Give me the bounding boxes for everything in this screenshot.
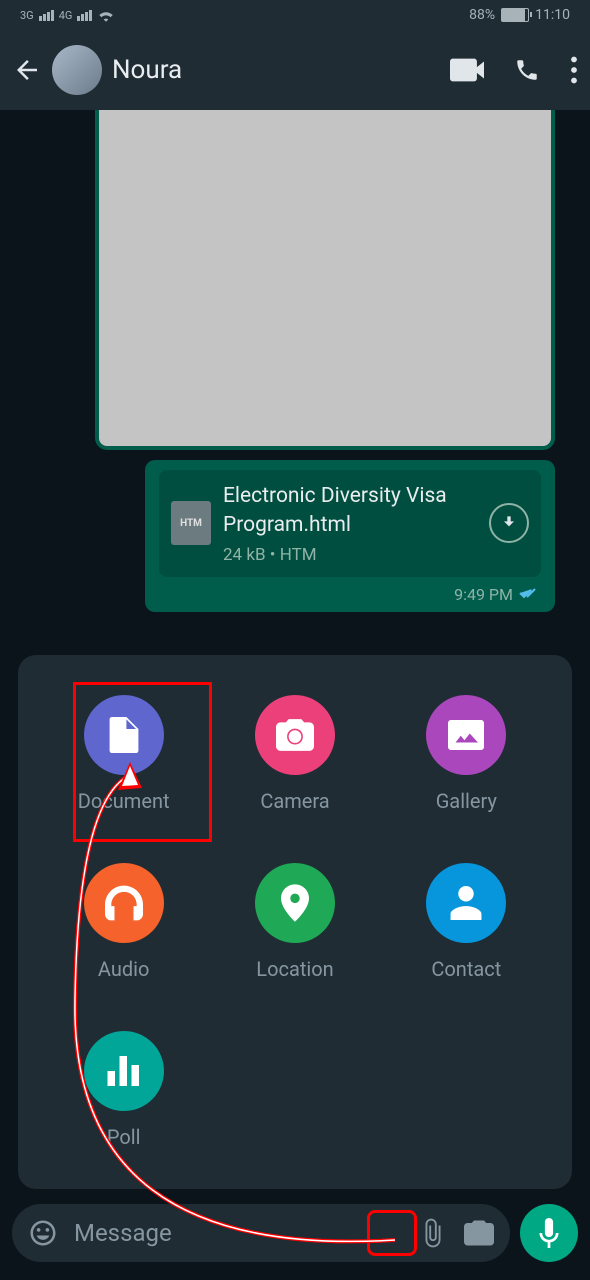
chat-header: Noura	[0, 30, 590, 110]
attach-audio-label: Audio	[98, 957, 150, 981]
attach-gallery[interactable]: Gallery	[391, 695, 542, 813]
video-call-icon[interactable]	[450, 58, 484, 82]
emoji-icon[interactable]	[28, 1218, 58, 1248]
location-pin-icon	[281, 884, 309, 922]
message-input-field[interactable]: Message	[12, 1204, 510, 1262]
contact-name[interactable]: Noura	[112, 55, 440, 85]
chat-area: HTM Electronic Diversity Visa Program.ht…	[0, 110, 590, 650]
wifi-icon	[97, 8, 115, 22]
signal-icon	[39, 10, 54, 21]
signal-icon	[77, 10, 92, 21]
microphone-icon	[539, 1218, 559, 1248]
attach-location-label: Location	[256, 957, 333, 981]
download-button[interactable]	[489, 503, 529, 543]
camera-input-icon[interactable]	[464, 1220, 494, 1246]
attach-poll-label: Poll	[107, 1125, 141, 1149]
attach-audio[interactable]: Audio	[48, 863, 199, 981]
back-arrow-icon[interactable]	[12, 55, 42, 85]
camera-icon	[276, 719, 314, 751]
battery-icon	[501, 8, 529, 22]
avatar[interactable]	[52, 45, 102, 95]
status-time: 11:10	[535, 7, 570, 23]
network-3g-label: 3G	[20, 9, 34, 22]
gallery-icon	[448, 720, 484, 750]
status-bar: 3G 4G 88% 11:10	[0, 0, 590, 30]
more-menu-icon[interactable]	[570, 56, 578, 84]
voice-message-button[interactable]	[520, 1204, 578, 1262]
document-meta: 24 kB • HTM	[223, 545, 477, 565]
poll-bars-icon	[107, 1056, 141, 1086]
attach-document-label: Document	[78, 789, 170, 813]
attach-location[interactable]: Location	[219, 863, 370, 981]
network-4g-label: 4G	[59, 9, 73, 22]
attachment-panel: Document Camera Gallery Audio Location	[18, 655, 572, 1189]
document-icon	[109, 717, 139, 753]
attach-camera-label: Camera	[260, 789, 329, 813]
attach-camera[interactable]: Camera	[219, 695, 370, 813]
attach-document[interactable]: Document	[48, 695, 199, 813]
document-filename: Electronic Diversity Visa Program.html	[223, 482, 477, 541]
attach-contact[interactable]: Contact	[391, 863, 542, 981]
message-timestamp: 9:49 PM	[159, 585, 541, 604]
document-message[interactable]: HTM Electronic Diversity Visa Program.ht…	[145, 460, 555, 612]
attach-contact-label: Contact	[431, 957, 501, 981]
attachment-clip-icon[interactable]	[418, 1218, 448, 1248]
person-icon	[450, 886, 482, 920]
image-message[interactable]	[95, 110, 555, 450]
headphones-icon	[105, 885, 143, 921]
attach-poll[interactable]: Poll	[48, 1031, 199, 1149]
voice-call-icon[interactable]	[514, 57, 540, 83]
document-file-icon: HTM	[171, 501, 211, 545]
battery-percent: 88%	[469, 7, 495, 23]
read-receipt-icon	[519, 585, 541, 604]
attach-gallery-label: Gallery	[436, 789, 497, 813]
message-input-bar: Message	[12, 1204, 578, 1262]
message-placeholder: Message	[74, 1219, 402, 1247]
